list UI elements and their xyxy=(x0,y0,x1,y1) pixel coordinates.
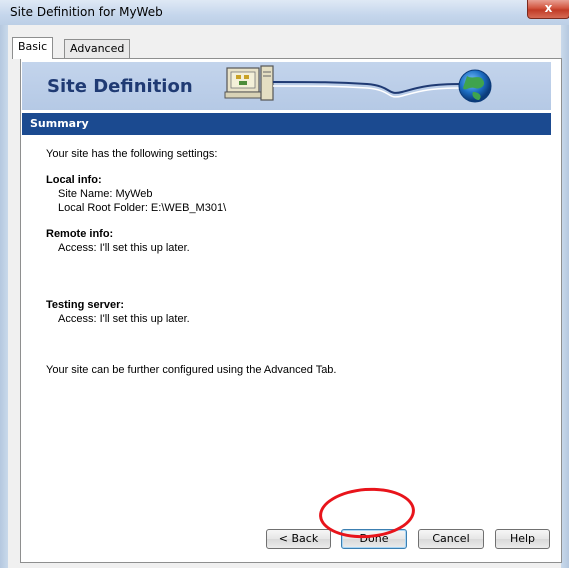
computer-to-globe-icon xyxy=(224,65,492,103)
dialog-client-area: Basic Advanced Site Definition Summary Y… xyxy=(8,25,562,568)
tab-advanced[interactable]: Advanced xyxy=(64,39,131,58)
summary-header: Summary xyxy=(22,113,551,135)
site-definition-banner: Site Definition xyxy=(22,62,551,110)
tab-basic[interactable]: Basic xyxy=(12,37,54,59)
back-button[interactable]: < Back xyxy=(266,529,331,549)
close-button[interactable]: x xyxy=(527,0,569,19)
close-icon: x xyxy=(544,1,553,15)
window-left-edge xyxy=(0,25,8,568)
banner-title: Site Definition xyxy=(47,76,193,97)
advanced-tab-note: Your site can be further configured usin… xyxy=(46,364,337,376)
remote-info-heading: Remote info: xyxy=(46,228,114,240)
testing-server-heading: Testing server: xyxy=(46,299,125,311)
local-info-heading: Local info: xyxy=(46,174,102,186)
intro-text: Your site has the following settings: xyxy=(46,148,218,160)
cancel-button[interactable]: Cancel xyxy=(418,529,484,549)
site-name-text: Site Name: MyWeb xyxy=(58,188,153,200)
testing-access-text: Access: I'll set this up later. xyxy=(58,313,190,325)
window-right-edge xyxy=(561,25,569,568)
local-root-folder-text: Local Root Folder: E:\WEB_M301\ xyxy=(58,202,227,214)
remote-access-text: Access: I'll set this up later. xyxy=(58,242,190,254)
dialog-window: Site Definition for MyWeb x Basic Advanc… xyxy=(0,0,569,568)
title-bar[interactable]: Site Definition for MyWeb x xyxy=(0,0,569,25)
summary-heading: Summary xyxy=(30,117,89,130)
help-button[interactable]: Help xyxy=(495,529,550,549)
window-title: Site Definition for MyWeb xyxy=(10,5,163,19)
computer-tower-icon xyxy=(260,65,274,101)
